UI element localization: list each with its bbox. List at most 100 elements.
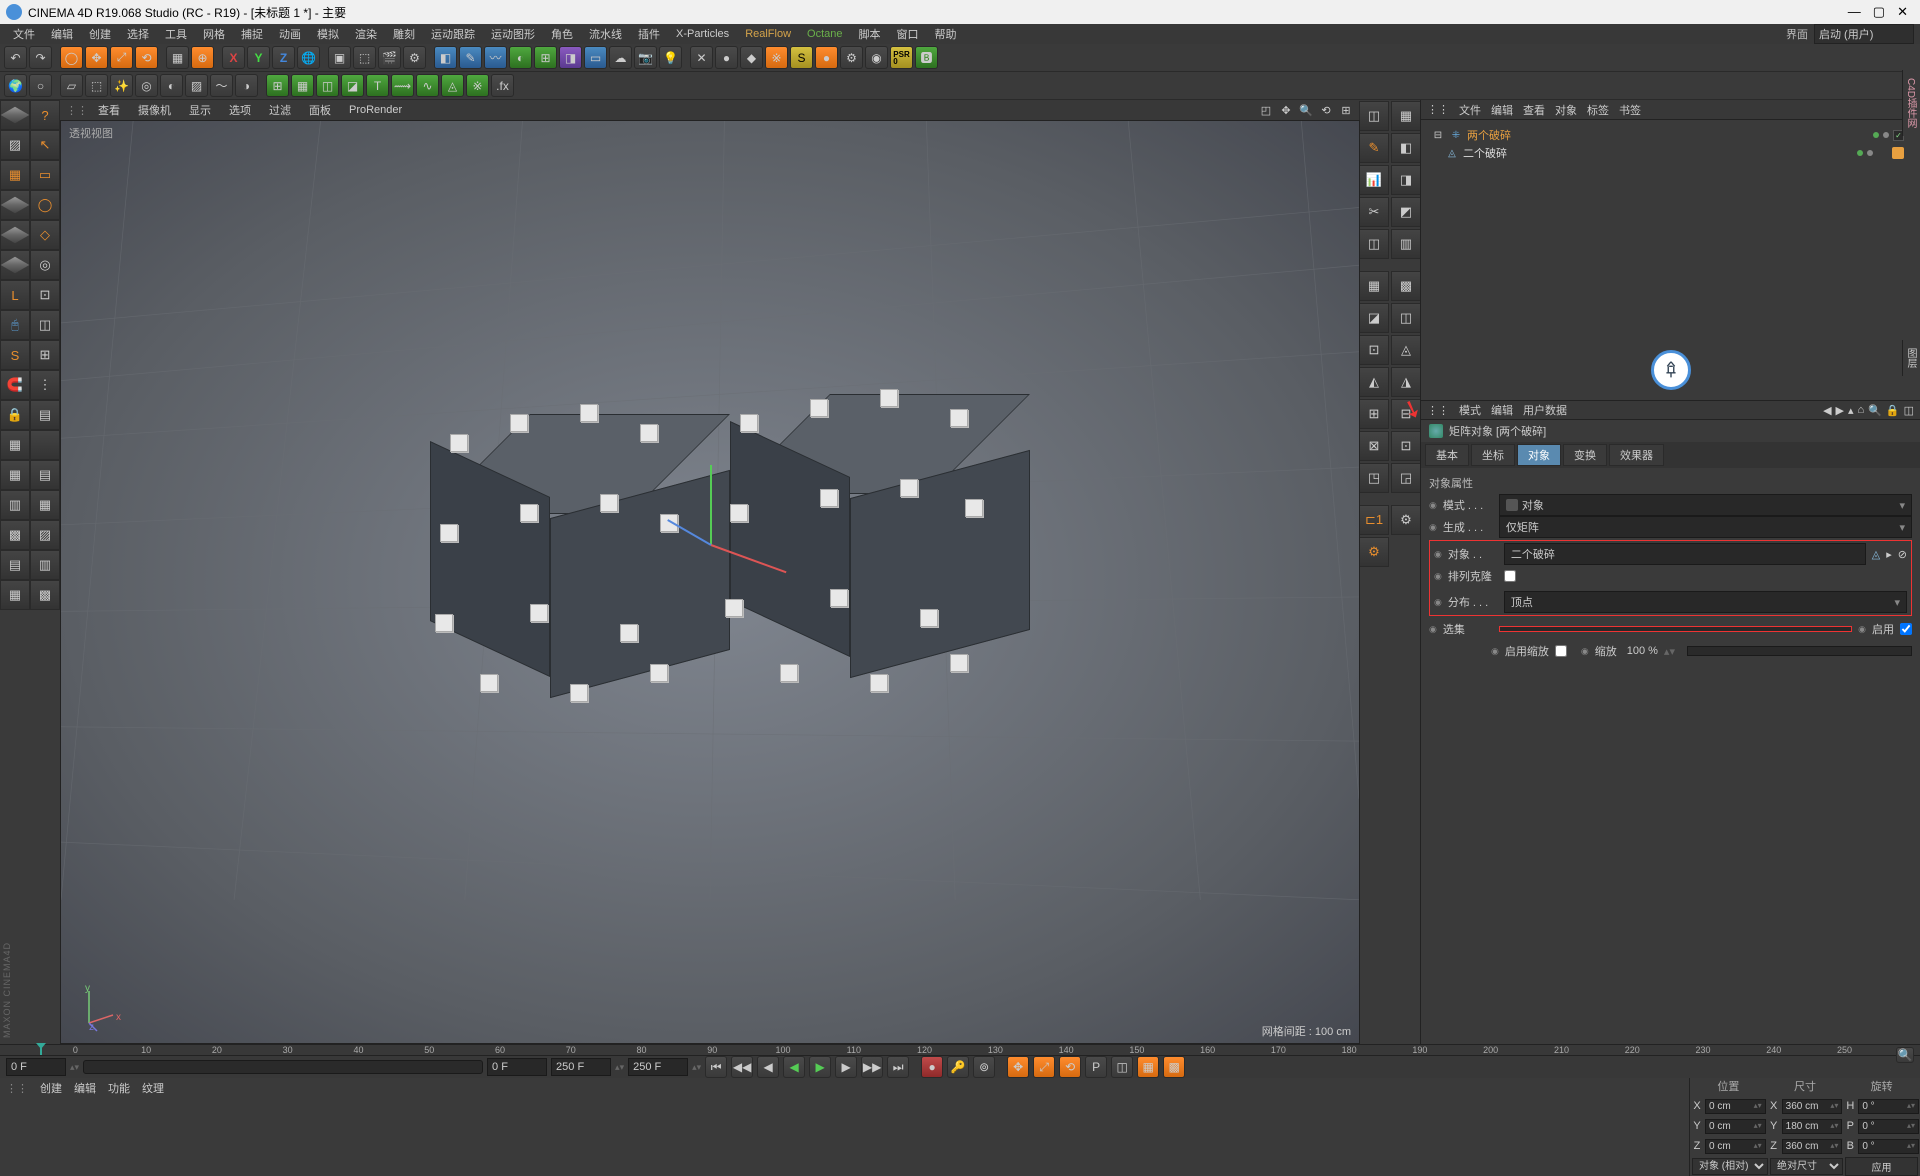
snap-s-button[interactable]: S xyxy=(0,340,30,370)
obj-tab-edit[interactable]: 编辑 xyxy=(1491,102,1513,118)
obj-handle-icon[interactable]: ⋮⋮ xyxy=(1427,103,1449,116)
coord-system-button[interactable]: 🌐 xyxy=(297,46,320,69)
key-all-button[interactable]: ▩ xyxy=(1163,1056,1185,1078)
obj-tab-objects[interactable]: 对象 xyxy=(1555,102,1577,118)
menu-animate[interactable]: 动画 xyxy=(272,24,308,44)
rp-btn-3b[interactable]: ◨ xyxy=(1391,165,1421,195)
cursor-button[interactable]: ↖ xyxy=(30,130,60,160)
frame-end2-spin[interactable]: ▴▾ xyxy=(692,1062,701,1073)
vis-render-dot-2[interactable] xyxy=(1867,150,1873,156)
mm-tab-texture[interactable]: 纹理 xyxy=(142,1080,164,1096)
rp-btn-5b[interactable]: ▥ xyxy=(1391,229,1421,259)
link-arrow-icon[interactable]: ▸ xyxy=(1886,548,1892,561)
vp-handle-icon[interactable]: ⋮⋮ xyxy=(66,104,88,117)
attr-nav-home[interactable]: ⌂ xyxy=(1858,404,1865,417)
axis-x-button[interactable]: X xyxy=(222,46,245,69)
light-button[interactable]: 💡 xyxy=(659,46,682,69)
play-button[interactable]: ▶ xyxy=(809,1056,831,1078)
rp-btn-8b[interactable]: ◬ xyxy=(1391,335,1421,365)
scale-button[interactable]: ⤢ xyxy=(110,46,133,69)
vp-nav-5-icon[interactable]: ⊞ xyxy=(1338,102,1354,118)
mograph-text-button[interactable]: T xyxy=(366,74,389,97)
axis-y-button[interactable]: Y xyxy=(247,46,270,69)
vp-menu-options[interactable]: 选项 xyxy=(221,100,259,120)
empty-palette-7[interactable]: ▨ xyxy=(30,520,60,550)
obj-tab-view[interactable]: 查看 xyxy=(1523,102,1545,118)
mograph-instance-button[interactable]: ◪ xyxy=(341,74,364,97)
object-mode-button[interactable] xyxy=(0,190,30,220)
menu-mograph[interactable]: 运动图形 xyxy=(484,24,542,44)
texture-mode-button[interactable]: ▦ xyxy=(0,160,30,190)
globe-button[interactable]: 🌍 xyxy=(4,74,27,97)
mm-tab-function[interactable]: 功能 xyxy=(108,1080,130,1096)
lock-button[interactable]: 🔒 xyxy=(0,400,30,430)
apply-button[interactable]: 应用 xyxy=(1845,1157,1918,1176)
fx-button[interactable]: .fx xyxy=(491,74,514,97)
object-tree[interactable]: ⊟ ⁜ 两个破碎 ✓ ◬ 二个破碎 xyxy=(1421,120,1920,400)
rp-btn-11[interactable]: ⊠ xyxy=(1359,431,1389,461)
vp-menu-panel[interactable]: 面板 xyxy=(301,100,339,120)
tree-label-voronoi[interactable]: 二个破碎 xyxy=(1463,145,1507,161)
rp-btn-11b[interactable]: ⊡ xyxy=(1391,431,1421,461)
lasso-button[interactable]: ◯ xyxy=(30,190,60,220)
effector-button[interactable]: ※ xyxy=(466,74,489,97)
rp-btn-3[interactable]: 📊 xyxy=(1359,165,1389,195)
help-icon[interactable]: ? xyxy=(30,100,60,130)
vp-menu-display[interactable]: 显示 xyxy=(181,100,219,120)
axis-button[interactable]: L xyxy=(0,280,30,310)
rp-btn-7b[interactable]: ◫ xyxy=(1391,303,1421,333)
frame-end2-field[interactable]: 250 F xyxy=(628,1058,688,1076)
empty-palette-10[interactable]: ▦ xyxy=(0,580,30,610)
side-tab-plugin[interactable]: C4D插件网 xyxy=(1902,70,1920,136)
size-x-field[interactable]: 360 cm▴▾ xyxy=(1782,1099,1843,1114)
pos-y-field[interactable]: 0 cm▴▾ xyxy=(1705,1119,1766,1134)
environment-button[interactable]: ☁ xyxy=(609,46,632,69)
subdivision-button[interactable]: ◐ xyxy=(509,46,532,69)
realflow-o-button[interactable]: ● xyxy=(815,46,838,69)
mograph-matrix-button[interactable]: ▦ xyxy=(291,74,314,97)
next-frame-button[interactable]: ▶ xyxy=(835,1056,857,1078)
mode-dropdown[interactable]: 对象▾ xyxy=(1499,494,1912,516)
xp-button-1[interactable]: ✕ xyxy=(690,46,713,69)
loop-button[interactable]: ◎ xyxy=(30,250,60,280)
attr-tab-edit[interactable]: 编辑 xyxy=(1491,402,1513,418)
attr-nav-new[interactable]: ◫ xyxy=(1904,404,1914,417)
empty-palette-2[interactable]: ▦ xyxy=(0,460,30,490)
pos-x-field[interactable]: 0 cm▴▾ xyxy=(1705,1099,1766,1114)
rp-btn-1b[interactable]: ▦ xyxy=(1391,101,1421,131)
menu-xparticles[interactable]: X-Particles xyxy=(669,26,736,42)
vp-menu-filter[interactable]: 过滤 xyxy=(261,100,299,120)
empty-palette-9[interactable]: ▥ xyxy=(30,550,60,580)
size-z-field[interactable]: 360 cm▴▾ xyxy=(1782,1139,1843,1154)
xp-button-4[interactable]: ※ xyxy=(765,46,788,69)
rp-btn-10b[interactable]: ⊟ xyxy=(1391,399,1421,429)
scale-slider[interactable] xyxy=(1687,646,1912,656)
minimize-button[interactable]: — xyxy=(1848,4,1861,20)
null-button[interactable]: ○ xyxy=(29,74,52,97)
octane-button[interactable]: ◉ xyxy=(865,46,888,69)
menu-create[interactable]: 创建 xyxy=(82,24,118,44)
goto-end-button[interactable]: ⏭ xyxy=(887,1056,909,1078)
link-clear-icon[interactable]: ⊘ xyxy=(1898,548,1907,561)
mograph-fracture-button[interactable]: ◫ xyxy=(316,74,339,97)
mm-handle-icon[interactable]: ⋮⋮ xyxy=(6,1082,28,1095)
menu-simulate[interactable]: 模拟 xyxy=(310,24,346,44)
menu-snap[interactable]: 捕捉 xyxy=(234,24,270,44)
rp-btn-10[interactable]: ⊞ xyxy=(1359,399,1389,429)
extrude-button[interactable]: ◨ xyxy=(559,46,582,69)
menu-file[interactable]: 文件 xyxy=(6,24,42,44)
obj-tab-bookmarks[interactable]: 书签 xyxy=(1619,102,1641,118)
pos-z-field[interactable]: 0 cm▴▾ xyxy=(1705,1139,1766,1154)
attr-tab-basic[interactable]: 基本 xyxy=(1425,444,1469,466)
render-region-button[interactable]: ⬚ xyxy=(353,46,376,69)
render-view-button[interactable]: ▣ xyxy=(328,46,351,69)
fill-select-button[interactable]: ▨ xyxy=(185,74,208,97)
vis-editor-dot[interactable] xyxy=(1873,132,1879,138)
side-tab-layers[interactable]: 图层 xyxy=(1902,340,1920,376)
render-settings-button[interactable]: ⚙ xyxy=(403,46,426,69)
live-select-button[interactable]: ◯ xyxy=(60,46,83,69)
workplane-button[interactable]: ◫ xyxy=(30,310,60,340)
close-button[interactable]: ✕ xyxy=(1897,4,1908,20)
material-manager[interactable]: ⋮⋮ 创建 编辑 功能 纹理 MAXON CINEMA4D xyxy=(0,1078,1690,1176)
frame-end-field[interactable]: 250 F xyxy=(551,1058,611,1076)
